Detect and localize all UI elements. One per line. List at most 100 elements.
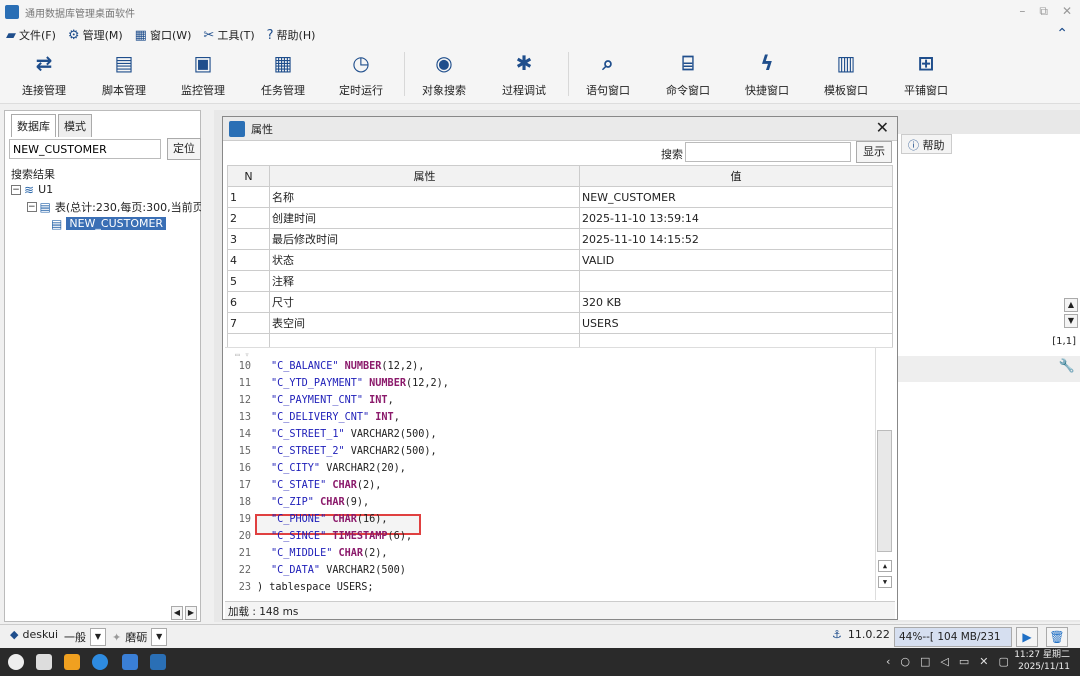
toolbar-button-2[interactable]: ▣ 监控管理 bbox=[163, 50, 243, 98]
column-header-n[interactable]: N bbox=[227, 165, 270, 187]
toolbar-button-0[interactable]: ⇄ 连接管理 bbox=[4, 50, 84, 98]
close-dialog-icon[interactable]: ✕ bbox=[876, 118, 889, 137]
menu-0[interactable]: ▰ 文件(F) bbox=[6, 27, 56, 43]
line-number: 16 bbox=[238, 463, 251, 474]
toolbar-button-4[interactable]: ◷ 定时运行 bbox=[321, 50, 401, 98]
screenshot-icon[interactable]: □ bbox=[920, 655, 930, 668]
menu-1[interactable]: ⚙ 管理(M) bbox=[68, 27, 123, 43]
locate-button[interactable]: 定位 bbox=[167, 138, 201, 160]
network-icon[interactable]: ▭ bbox=[959, 655, 969, 668]
dialog-title: 属性 bbox=[251, 122, 273, 136]
show-button[interactable]: 显示 bbox=[856, 141, 892, 163]
table-row[interactable]: 1 名称 NEW_CUSTOMER bbox=[227, 186, 893, 208]
property-search-input[interactable] bbox=[685, 142, 851, 162]
mode-select[interactable]: 一般 ▼ bbox=[64, 628, 106, 646]
script-icon: ▤ bbox=[114, 51, 134, 75]
code-token: VARCHAR2(500), bbox=[344, 446, 437, 457]
launcher-icon[interactable] bbox=[8, 654, 24, 670]
code-token: VARCHAR2(500), bbox=[344, 429, 437, 440]
wrench-icon[interactable]: 🔧 bbox=[1059, 359, 1075, 374]
code-line: 14 "C_STREET_1" VARCHAR2(500), bbox=[225, 426, 875, 443]
tree-node[interactable]: − ▤ 表(总计:230,每页:300,当前页:1 bbox=[11, 198, 201, 215]
table-row[interactable]: 7 表空间 USERS bbox=[227, 312, 893, 334]
table-row[interactable]: 4 状态 VALID bbox=[227, 249, 893, 271]
close-window-icon[interactable]: ✕ bbox=[1062, 4, 1072, 19]
minimize-icon[interactable]: – bbox=[1019, 4, 1025, 19]
toolbar-button-7[interactable]: ⌕ 语句窗口 bbox=[568, 50, 648, 98]
trash-icon[interactable]: 🗑 bbox=[1046, 627, 1068, 647]
column-header-value[interactable]: 值 bbox=[579, 165, 893, 187]
code-text: "C_SINCE" TIMESTAMP(6), bbox=[253, 528, 412, 545]
code-token: , bbox=[393, 412, 400, 423]
tree-node[interactable]: − ≋ U1 bbox=[11, 181, 201, 198]
code-scrollbar[interactable]: ▲ ▼ bbox=[875, 348, 893, 600]
expander-icon[interactable]: − bbox=[11, 184, 21, 195]
toolbar-button-9[interactable]: ϟ 快捷窗口 bbox=[727, 50, 807, 98]
toolbar-button-10[interactable]: ▥ 模板窗口 bbox=[806, 50, 886, 98]
help-button[interactable]: ⓘ 帮助 bbox=[901, 134, 952, 154]
window-title: 通用数据库管理桌面软件 bbox=[25, 8, 135, 20]
tree-node[interactable]: ▤ NEW_CUSTOMER bbox=[11, 215, 201, 232]
toolbar-button-8[interactable]: ⌸ 命令窗口 bbox=[648, 50, 728, 98]
toolbar-button-5[interactable]: ◉ 对象搜索 bbox=[404, 50, 484, 98]
maximize-icon[interactable]: ⧉ bbox=[1039, 4, 1048, 19]
scroll-down-icon[interactable]: ▼ bbox=[1064, 314, 1078, 328]
multitask-icon[interactable] bbox=[36, 654, 52, 670]
code-token: "C_STREET_2" bbox=[271, 446, 345, 457]
table-row[interactable]: 2 创建时间 2025-11-10 13:59:14 bbox=[227, 207, 893, 229]
expander-icon[interactable]: − bbox=[27, 201, 37, 212]
properties-table: N 属性 值 1 名称 NEW_CUSTOMER 2 创建时间 2025-11-10 13… bbox=[227, 165, 893, 350]
chevron-left-icon[interactable]: ‹ bbox=[886, 655, 890, 668]
code-token: CHAR bbox=[320, 497, 345, 508]
clock-time: 11:27 星期二 bbox=[1014, 650, 1070, 660]
property-name: 最后修改时间 bbox=[269, 228, 580, 250]
toolbar-label: 模板窗口 bbox=[824, 84, 868, 97]
browser-icon[interactable] bbox=[92, 654, 108, 670]
menu-3[interactable]: ✂ 工具(T) bbox=[203, 27, 254, 43]
bluetooth-icon[interactable]: ✕ bbox=[979, 655, 988, 668]
horizontal-scrollbar[interactable]: ◀ ▶ bbox=[9, 606, 199, 620]
scroll-down-icon[interactable]: ▼ bbox=[878, 576, 892, 588]
volume-icon[interactable]: ◁ bbox=[940, 655, 948, 668]
user-indicator: ◆ deskui bbox=[10, 628, 58, 641]
table-row[interactable]: 6 尺寸 320 KB bbox=[227, 291, 893, 313]
voice-assistant-icon[interactable] bbox=[122, 654, 138, 670]
column-header-property[interactable]: 属性 bbox=[269, 165, 580, 187]
code-line: 15 "C_STREET_2" VARCHAR2(500), bbox=[225, 443, 875, 460]
toolbar-button-6[interactable]: ✱ 过程调试 bbox=[484, 50, 564, 98]
tab-schema[interactable]: 模式 bbox=[58, 114, 92, 137]
scroll-up-icon[interactable]: ▲ bbox=[1064, 298, 1078, 312]
toolbar-button-11[interactable]: ⊞ 平铺窗口 bbox=[886, 50, 966, 98]
notification-icon[interactable]: ▢ bbox=[999, 655, 1009, 668]
property-value: 2025-11-10 14:15:52 bbox=[579, 228, 893, 250]
scroll-up-icon[interactable]: ▲ bbox=[878, 560, 892, 572]
chevron-down-icon[interactable]: ▼ bbox=[90, 628, 106, 646]
ddl-code-editor[interactable]: ▭ ▿ ▲ ▼ 10 "C_BALANCE" NUMBER(12,2), 11 "C_… bbox=[225, 347, 893, 600]
scroll-thumb[interactable] bbox=[877, 430, 892, 552]
menu-label: 窗口(W) bbox=[149, 29, 192, 42]
table-row[interactable]: 3 最后修改时间 2025-11-10 14:15:52 bbox=[227, 228, 893, 250]
code-token: "C_DATA" bbox=[271, 565, 321, 576]
scroll-left-icon[interactable]: ◀ bbox=[171, 606, 183, 620]
toolbar-button-1[interactable]: ▤ 脚本管理 bbox=[84, 50, 164, 98]
toolbar-button-3[interactable]: ▦ 任务管理 bbox=[243, 50, 323, 98]
file-manager-icon[interactable] bbox=[64, 654, 80, 670]
code-text: "C_YTD_PAYMENT" NUMBER(12,2), bbox=[253, 375, 449, 392]
menu-2[interactable]: ▦ 窗口(W) bbox=[135, 27, 192, 43]
db-app-taskbar-icon[interactable] bbox=[150, 654, 166, 670]
play-button[interactable]: ▶ bbox=[1016, 627, 1038, 647]
toolbar-label: 平铺窗口 bbox=[904, 84, 948, 97]
code-line: 11 "C_YTD_PAYMENT" NUMBER(12,2), bbox=[225, 375, 875, 392]
search-tray-icon[interactable]: ○ bbox=[900, 655, 910, 668]
scroll-right-icon[interactable]: ▶ bbox=[185, 606, 197, 620]
collapse-toolbar-icon[interactable]: ⌃ bbox=[1056, 26, 1068, 42]
tab-database[interactable]: 数据库 bbox=[11, 114, 56, 137]
user-name: deskui bbox=[22, 628, 59, 641]
theme-select[interactable]: ✦ 磨砺 ▼ bbox=[112, 628, 168, 646]
menu-4[interactable]: ? 帮助(H) bbox=[267, 27, 316, 43]
menu-label: 工具(T) bbox=[217, 29, 255, 42]
line-number: 18 bbox=[238, 497, 251, 508]
chevron-down-icon[interactable]: ▼ bbox=[151, 628, 168, 646]
object-search-input[interactable] bbox=[9, 139, 161, 159]
table-row[interactable]: 5 注释 bbox=[227, 270, 893, 292]
